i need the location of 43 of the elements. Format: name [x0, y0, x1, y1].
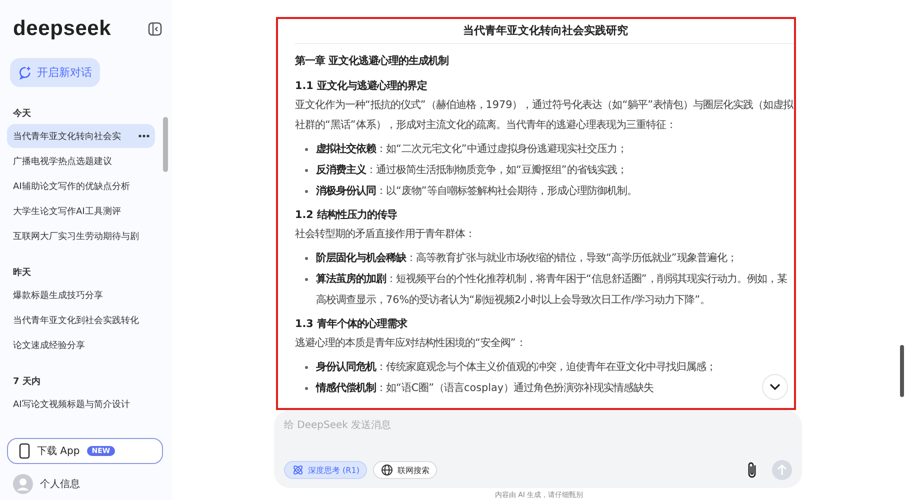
chat-history-item[interactable]: AI写论文视频标题与简介设计 [7, 392, 155, 416]
list-item: 算法茧房的加剧：短视频平台的个性化推荐机制，将青年困于“信息舒适圈”，削弱其现实行动力。例如，某高校调查显示，76%的受访者认为“刷短视频2小时以上会导致次日工作/学习动力下降”。 [295, 269, 796, 311]
chat-history-item[interactable]: 论文速成经验分享 [7, 333, 155, 357]
more-icon [138, 134, 150, 138]
paragraph: 社会转型期的矛盾直接作用于青年群体： [295, 227, 476, 242]
globe-icon [381, 464, 394, 476]
chevron-down-icon [769, 383, 781, 391]
chat-history-item[interactable]: 互联网大厂实习生劳动期待与剧 [7, 224, 155, 248]
deep-think-toggle[interactable]: 深度思考 (R1) [284, 461, 368, 479]
chapter-heading: 第一章 亚文化逃避心理的生成机制 [295, 54, 450, 69]
chat-history-item[interactable]: 当代青年亚文化转向社会实 [7, 124, 155, 148]
section-label: 7 天内 [12, 375, 42, 388]
chat-history-item[interactable]: 大学生论文写作AI工具测评 [7, 199, 155, 223]
scroll-down-button[interactable] [762, 374, 788, 400]
arrow-up-icon [777, 464, 787, 476]
list-item: 虚拟社交依赖：如“二次元宅文化”中通过虚拟身份逃避现实社交压力； [295, 139, 796, 160]
sidebar-toggle-icon [148, 22, 162, 36]
paragraph: 逃避心理的本质是青年应对结构性困境的“安全阀”： [295, 336, 527, 351]
atom-icon [292, 464, 304, 476]
paragraph: 亚文化作为一种“抵抗的仪式”（赫伯迪格，1979），通过符号化表达（如“躺平”表情包）与圈层化实践（如虚拟社群的“黑话”体系），形成对主流文化的疏离。当代青年的逃避心理表现为三重特征： [295, 98, 794, 133]
logo: deepseek [13, 17, 112, 41]
section-heading: 1.3 青年个体的心理需求 [295, 316, 408, 332]
paperclip-icon [746, 461, 758, 479]
list-item: 阶层固化与机会稀缺：高等教育扩张与就业市场收缩的错位，导致“高学历低就业”现象普遍化； [295, 248, 796, 269]
web-search-toggle[interactable]: 联网搜索 [373, 461, 438, 479]
attach-button[interactable] [746, 461, 758, 479]
section-heading: 1.1 亚文化与逃避心理的界定 [295, 78, 428, 94]
section-label: 今天 [12, 108, 32, 120]
collapse-sidebar-button[interactable] [148, 22, 162, 36]
phone-icon [19, 443, 30, 459]
chat-plus-icon [18, 65, 32, 80]
list-item: 消极身份认同：以“废物”等自嘲标签解构社会期待，形成心理防御机制。 [295, 181, 796, 202]
message-composer[interactable]: 给 DeepSeek 发送消息 深度思考 (R1) 联网搜索 [274, 410, 802, 488]
chat-history-item[interactable]: AI辅助论文写作的优缺点分析 [7, 174, 155, 198]
chat-history-item[interactable]: 当代青年亚文化到社会实践转化 [7, 308, 155, 332]
document-title: 当代青年亚文化转向社会实践研究 [462, 23, 629, 39]
chat-history-item[interactable]: 爆款标题生成技巧分享 [7, 283, 155, 307]
profile-link[interactable]: 个人信息 [40, 477, 80, 491]
chat-history-item[interactable]: 广播电视学热点选题建议 [7, 149, 155, 173]
section-label: 昨天 [12, 266, 32, 279]
avatar-icon [13, 474, 33, 494]
list-item: 反消费主义：通过极简生活抵制物质竞争，如“豆瓣抠组”的省钱实践； [295, 160, 796, 181]
section-heading: 1.2 结构性压力的传导 [295, 208, 398, 223]
